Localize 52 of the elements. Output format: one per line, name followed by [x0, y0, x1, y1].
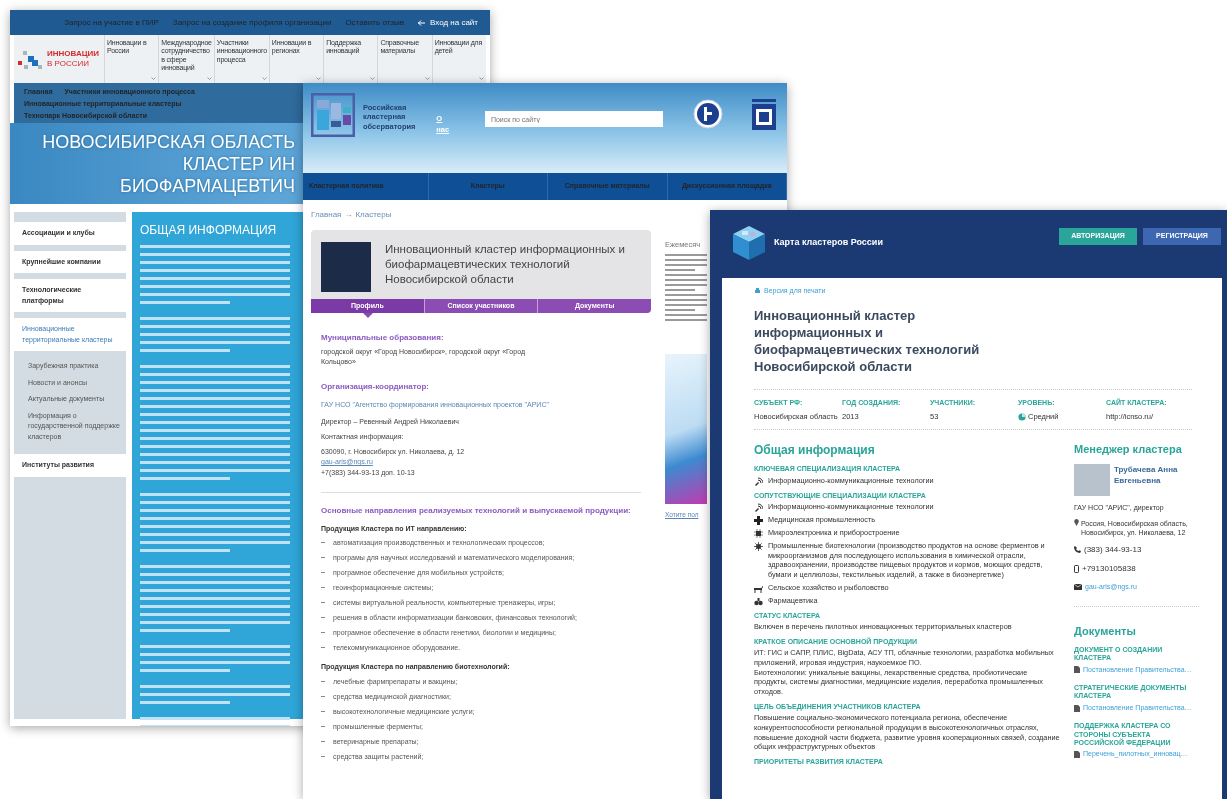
arrow-icon	[418, 19, 426, 26]
caret-icon	[261, 77, 267, 80]
cube-logo-icon	[732, 223, 766, 262]
tab-pointer-icon	[362, 313, 373, 318]
section-heading: Документы	[1074, 624, 1137, 640]
logo-title: ИННОВАЦИИ	[47, 49, 100, 59]
level-icon	[1018, 412, 1026, 421]
mail-icon	[1074, 584, 1082, 590]
phone-link[interactable]: (383) 344-93-13	[1084, 543, 1142, 556]
panel-heading: ОБЩАЯ ИНФОРМАЦИЯ	[140, 222, 278, 239]
caret-icon	[479, 77, 484, 80]
satellite-icon	[754, 503, 763, 513]
caret-icon	[370, 77, 376, 80]
banner-heading: КЛАСТЕР ИН	[181, 153, 295, 175]
site-title: Карта кластеров России	[774, 235, 883, 249]
caret-icon	[424, 77, 430, 80]
logo-icon	[311, 93, 355, 137]
breadcrumb-link[interactable]: Главная	[311, 209, 342, 221]
logo-icon	[18, 48, 44, 70]
logo-subtitle: В РОССИИ	[47, 59, 90, 69]
pin-icon	[1074, 518, 1079, 526]
section-heading: Общая информация	[754, 442, 876, 460]
banner-heading: БИОФАРМАЦЕВТИЧ	[119, 175, 295, 197]
phone-icon	[1074, 546, 1081, 554]
caret-icon	[316, 77, 322, 80]
breadcrumb-link[interactable]: Кластеры	[355, 209, 392, 221]
microbe-icon	[754, 542, 763, 552]
login-link[interactable]: Вход на сайт	[418, 16, 478, 29]
section-heading: Основные направления реализуемых технологий и выпускаемой продукции:	[321, 504, 632, 517]
satellite-icon	[754, 476, 763, 486]
section-heading: Менеджер кластера	[1074, 442, 1183, 458]
printer-icon	[754, 288, 761, 295]
mobile-phone-icon	[1074, 564, 1079, 573]
cross-icon	[754, 516, 763, 526]
square-logo-icon	[751, 99, 777, 133]
cluster-title: Инновационный кластер информационных и биофармацевтических технологий Новосибирской области	[385, 242, 626, 287]
file-icon	[1074, 751, 1080, 759]
photo-placeholder	[1074, 463, 1110, 496]
chip-icon	[754, 529, 763, 539]
mobile-link[interactable]: +79130105838	[1082, 562, 1136, 575]
caret-icon	[151, 77, 157, 80]
image-placeholder	[321, 242, 371, 292]
breadcrumb-separator: →	[344, 209, 353, 221]
file-icon	[1074, 704, 1080, 712]
section-heading: Организация-координатор:	[321, 381, 430, 394]
pills-icon	[754, 596, 763, 606]
caret-icon	[206, 77, 212, 80]
cluster-title: Инновационный кластер информационных и биофармацевтических технологий Новосибирской области	[754, 306, 981, 375]
banner-heading: НОВОСИБИРСКАЯ ОБЛАСТЬ	[41, 131, 295, 153]
file-icon	[1074, 666, 1080, 674]
manager-name[interactable]: Трубачева Анна Евгеньевна	[1114, 463, 1199, 496]
section-heading: Муниципальные образования:	[321, 332, 445, 344]
